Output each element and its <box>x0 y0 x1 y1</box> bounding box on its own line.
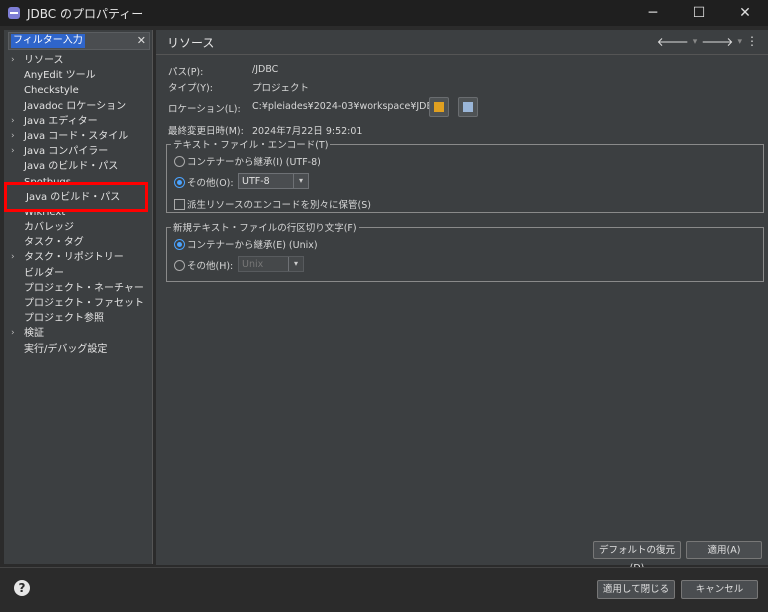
chevron-down-icon: ▾ <box>293 174 308 188</box>
encoding-inherit-radio[interactable] <box>174 156 185 167</box>
tree-item-label: 実行/デバッグ設定 <box>24 343 108 355</box>
title-bar: JDBC のプロパティー ─ ☐ ✕ <box>0 0 768 26</box>
encoding-inherit-label[interactable]: コンテナーから継承(I) (UTF-8) <box>187 154 321 168</box>
encoding-other-radio[interactable] <box>174 177 185 188</box>
back-menu-chevron-icon[interactable]: ▾ <box>693 37 698 49</box>
minimize-button[interactable]: ─ <box>630 0 676 26</box>
page-header: リソース 🡐 ▾ 🡒 ▾ ⋮ <box>156 30 768 55</box>
encoding-select-value: UTF-8 <box>242 176 270 187</box>
cancel-button[interactable]: キャンセル <box>681 580 758 599</box>
apply-and-close-button[interactable]: 適用して閉じる <box>597 580 675 599</box>
restore-defaults-button[interactable]: デフォルトの復元(D) <box>593 541 681 574</box>
path-label: パス(P): <box>168 67 204 78</box>
tree-item-label: タスク・リポジトリー <box>24 252 124 264</box>
chevron-right-icon[interactable]: › <box>11 129 15 144</box>
line-delimiter-group: 新規テキスト・ファイルの行区切り文字(F) コンテナーから継承(E) (Unix… <box>166 220 764 282</box>
tree-item[interactable]: Java のビルド・パス <box>4 159 152 174</box>
tree-item[interactable]: ビルダー <box>4 266 152 281</box>
encoding-other-label[interactable]: その他(O): <box>187 175 234 189</box>
page-title: リソース <box>167 36 215 50</box>
tree-item[interactable]: › Java コンパイラー <box>4 144 152 159</box>
content-panel: リソース 🡐 ▾ 🡒 ▾ ⋮ パス(P): /JDBC タイプ(Y): プロジェ… <box>156 30 768 574</box>
chevron-right-icon[interactable]: › <box>11 53 15 68</box>
delimiter-inherit-radio[interactable] <box>174 239 185 250</box>
tree-item[interactable]: カバレッジ <box>4 220 152 235</box>
clear-filter-icon[interactable]: ✕ <box>137 33 146 49</box>
tree-item[interactable]: プロジェクト・ファセット <box>4 296 152 311</box>
tree-item-label: プロジェクト参照 <box>24 313 104 325</box>
tree-item[interactable]: プロジェクト・ネーチャー <box>4 281 152 296</box>
sidebar: フィルター入力 ✕ › リソース AnyEdit ツール Checkstyle Java… <box>4 30 153 564</box>
tree-item[interactable]: Checkstyle <box>4 83 152 98</box>
forward-arrow-icon[interactable]: 🡒 <box>701 34 733 49</box>
window-title: JDBC のプロパティー <box>27 6 144 21</box>
location-value: C:¥pleiades¥2024-03¥workspace¥JDBC <box>252 101 440 112</box>
view-menu-icon[interactable]: ⋮ <box>746 34 758 49</box>
app-icon <box>8 7 20 19</box>
tree-item-label: Java コード・スタイル <box>24 130 129 142</box>
highlight-box[interactable]: Java のビルド・パス <box>4 182 148 212</box>
maximize-button[interactable]: ☐ <box>676 0 722 26</box>
apply-button[interactable]: 適用(A) <box>686 541 762 559</box>
tree-item-label: プロジェクト・ネーチャー <box>24 282 144 294</box>
encoding-select[interactable]: UTF-8 ▾ <box>238 173 309 189</box>
copy-path-icon[interactable] <box>458 97 478 117</box>
tree-item[interactable]: › 検証 <box>4 326 152 341</box>
line-delimiter-legend: 新規テキスト・ファイルの行区切り文字(F) <box>171 220 359 234</box>
bottom-bar: ? 適用して閉じる キャンセル <box>0 567 768 612</box>
forward-menu-chevron-icon[interactable]: ▾ <box>737 37 742 49</box>
delimiter-other-radio[interactable] <box>174 260 185 271</box>
tree-item-label: リソース <box>24 55 64 66</box>
type-value: プロジェクト <box>252 83 310 94</box>
delimiter-inherit-label[interactable]: コンテナーから継承(E) (Unix) <box>187 237 318 251</box>
highlighted-item-label: Java のビルド・パス <box>26 192 121 203</box>
tree-item[interactable]: 実行/デバッグ設定 <box>4 342 152 357</box>
delimiter-select[interactable]: Unix ▾ <box>238 256 304 272</box>
tree-item-label: プロジェクト・ファセット <box>24 298 144 309</box>
encoding-group: テキスト・ファイル・エンコード(T) コンテナーから継承(I) (UTF-8) … <box>166 137 764 213</box>
delimiter-select-value: Unix <box>242 259 264 270</box>
tree-item-label: カバレッジ <box>24 222 74 234</box>
tree-item[interactable]: › Java コード・スタイル <box>4 129 152 144</box>
delimiter-other-label[interactable]: その他(H): <box>187 258 233 272</box>
show-in-explorer-icon[interactable] <box>429 97 449 117</box>
filter-input[interactable]: フィルター入力 ✕ <box>8 32 150 50</box>
modified-label: 最終変更日時(M): <box>168 126 244 137</box>
modified-value: 2024年7月22日 9:52:01 <box>252 126 363 137</box>
tree-item-label: 検証 <box>24 328 44 340</box>
chevron-right-icon[interactable]: › <box>11 114 15 129</box>
tree-item-label: Checkstyle <box>24 85 79 97</box>
tree-item[interactable]: Javadoc ロケーション <box>4 99 152 114</box>
derived-encoding-label[interactable]: 派生リソースのエンコードを別々に保管(S) <box>187 197 371 211</box>
filter-text[interactable]: フィルター入力 <box>11 34 85 48</box>
tree-item-label: タスク・タグ <box>24 237 84 249</box>
tree-item[interactable]: タスク・タグ <box>4 235 152 250</box>
tree-item[interactable]: プロジェクト参照 <box>4 311 152 326</box>
type-label: タイプ(Y): <box>168 83 213 94</box>
chevron-right-icon[interactable]: › <box>11 326 15 341</box>
help-icon[interactable]: ? <box>14 580 30 596</box>
encoding-legend: テキスト・ファイル・エンコード(T) <box>171 137 331 151</box>
tree-item-label: AnyEdit ツール <box>24 70 96 82</box>
tree-item-label: Javadoc ロケーション <box>24 100 127 112</box>
path-value: /JDBC <box>252 64 279 75</box>
derived-encoding-checkbox[interactable] <box>174 199 185 210</box>
back-arrow-icon[interactable]: 🡐 <box>657 34 689 49</box>
tree-item-label: Java コンパイラー <box>24 146 109 158</box>
chevron-right-icon[interactable]: › <box>11 144 15 159</box>
chevron-right-icon[interactable]: › <box>11 250 15 265</box>
chevron-down-icon: ▾ <box>288 257 303 271</box>
tree-item[interactable]: AnyEdit ツール <box>4 68 152 83</box>
tree-item[interactable]: › Java エディター <box>4 114 152 129</box>
tree-item[interactable]: › タスク・リポジトリー <box>4 250 152 265</box>
tree-item-label: Java のビルド・パス <box>24 161 119 173</box>
tree-item-label: ビルダー <box>24 267 64 279</box>
close-button[interactable]: ✕ <box>722 0 768 26</box>
location-label: ロケーション(L): <box>168 104 241 115</box>
tree-item[interactable]: › リソース <box>4 53 152 68</box>
tree-item-label: Java エディター <box>24 115 98 127</box>
